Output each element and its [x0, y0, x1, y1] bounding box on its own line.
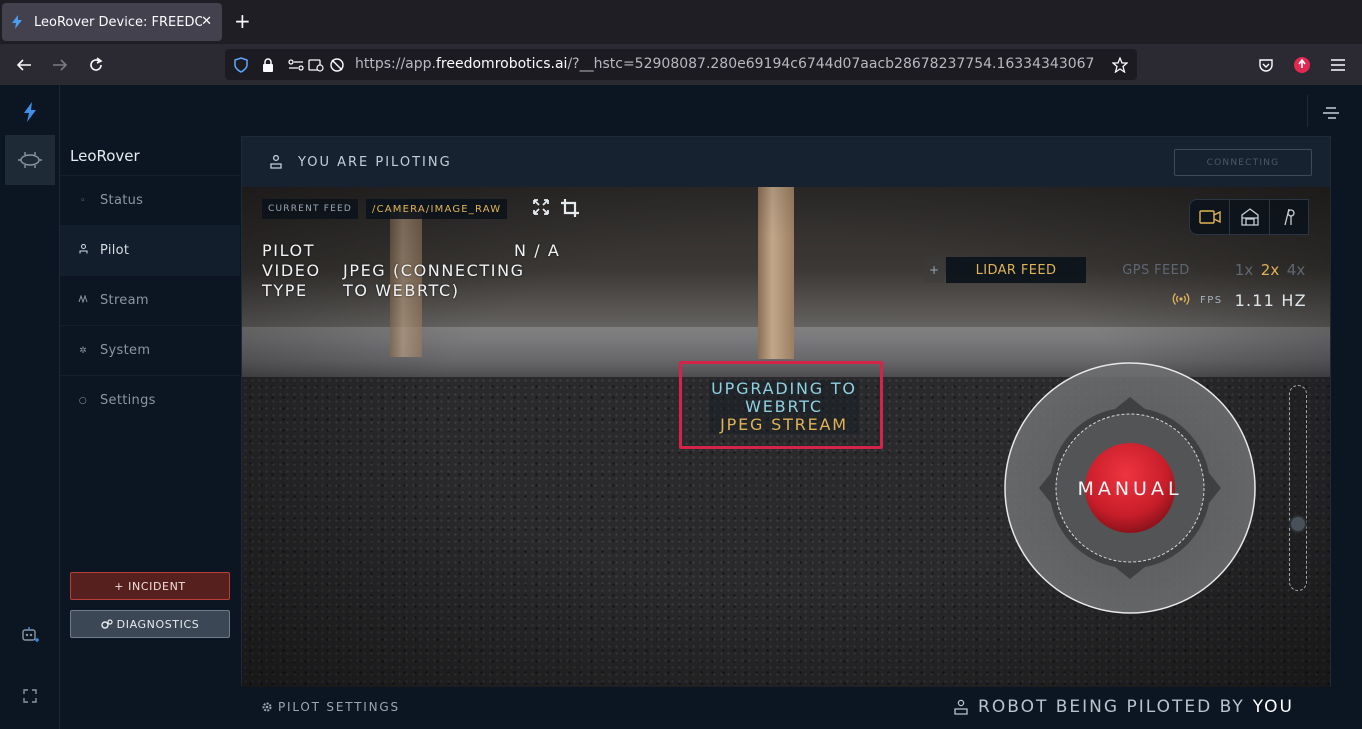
piloted-by-label: ROBOT BEING PILOTED BY — [978, 697, 1245, 717]
crop-icon[interactable] — [560, 198, 580, 222]
view-toggle — [1189, 199, 1309, 235]
settings-icon: ○ — [78, 395, 88, 406]
upgrade-status: UPGRADING TO WEBRTC JPEG STREAM — [709, 380, 859, 434]
sidebar-item-system[interactable]: ✲ System — [60, 325, 240, 375]
robot-sidebar: LeoRover ◦ Status Pilot Stream ✲ System — [60, 135, 240, 729]
sidebar-item-label: Pilot — [100, 243, 130, 258]
fps-label: FPS — [1200, 294, 1223, 306]
sidebar-item-label: Settings — [100, 393, 156, 408]
incident-button[interactable]: + INCIDENT — [70, 572, 230, 600]
hamburger-menu-icon[interactable] — [1326, 53, 1350, 77]
sidebar-item-pilot[interactable]: Pilot — [60, 225, 240, 275]
sidebar-item-label: Stream — [100, 293, 149, 308]
gears-icon — [100, 619, 113, 629]
pilot-person-icon — [270, 154, 282, 173]
back-arrow-icon[interactable] — [12, 53, 36, 77]
upgrade-line-1: UPGRADING TO — [711, 379, 857, 398]
building-map-icon[interactable] — [1230, 200, 1270, 234]
freedom-logo-icon[interactable] — [5, 87, 55, 137]
url-text: https://app.freedomrobotics.ai/?__hstc=5… — [355, 56, 1095, 72]
fullscreen-icon[interactable] — [532, 198, 550, 220]
upgrade-line-3: JPEG STREAM — [720, 415, 848, 434]
sidebar-item-stream[interactable]: Stream — [60, 275, 240, 325]
circle-icon: ◦ — [80, 195, 86, 206]
joystick-mode-label: MANUAL — [1077, 478, 1183, 500]
add-robot-icon[interactable] — [5, 610, 55, 660]
autoplay-blocked-icon[interactable] — [307, 56, 325, 74]
add-feed-button[interactable]: + — [924, 257, 944, 283]
shield-icon[interactable] — [232, 56, 250, 74]
zoom-1x-button[interactable]: 1x — [1232, 257, 1256, 283]
current-feed-select[interactable]: /CAMERA/IMAGE_RAW — [366, 199, 508, 219]
video-camera-icon[interactable] — [1190, 200, 1230, 234]
browser-navbar: https://app.freedomrobotics.ai/?__hstc=5… — [0, 44, 1362, 85]
lock-icon[interactable] — [259, 56, 277, 74]
url-bar[interactable]: https://app.freedomrobotics.ai/?__hstc=5… — [225, 49, 1137, 80]
robot-name: LeoRover — [70, 147, 140, 165]
pocket-icon[interactable] — [1254, 53, 1278, 77]
piloting-title: YOU ARE PILOTING — [298, 155, 452, 170]
close-tab-icon[interactable]: ✕ — [201, 14, 212, 29]
forward-arrow-icon[interactable] — [48, 53, 72, 77]
person-icon — [954, 699, 968, 715]
sidebar-item-label: Status — [100, 193, 144, 208]
align-menu-icon[interactable] — [1322, 105, 1340, 121]
upgrade-line-2: WEBRTC — [745, 397, 823, 416]
type-key: TYPE — [262, 281, 308, 300]
video-type-value-cont: TO WEBRTC) — [343, 281, 460, 300]
piloted-by-user: YOU — [1252, 697, 1294, 717]
pilot-panel: YOU ARE PILOTING CONNECTING CURRENT FEED… — [241, 136, 1331, 687]
freedom-favicon-icon — [10, 15, 24, 29]
tab-title: LeoRover Device: FREEDOM — [34, 14, 202, 30]
gps-feed-button[interactable]: GPS FEED — [1096, 257, 1216, 283]
gear-icon: ✲ — [79, 345, 87, 356]
camera-feed[interactable]: CURRENT FEED /CAMERA/IMAGE_RAW PILOT N /… — [242, 187, 1330, 687]
new-tab-button[interactable]: + — [234, 10, 251, 32]
current-feed-label: CURRENT FEED — [262, 199, 359, 219]
diagnostics-label: DIAGNOSTICS — [116, 617, 200, 631]
sidebar-item-settings[interactable]: ○ Settings — [60, 375, 240, 425]
diagnostics-button[interactable]: DIAGNOSTICS — [70, 610, 230, 638]
upgrade-highlight: UPGRADING TO WEBRTC JPEG STREAM — [679, 361, 883, 449]
topbar-divider — [1307, 95, 1308, 127]
lidar-feed-button[interactable]: LIDAR FEED — [946, 257, 1086, 283]
speed-slider[interactable] — [1289, 385, 1307, 591]
app-root: LeoRover ◦ Status Pilot Stream ✲ System — [0, 85, 1362, 729]
stream-icon — [76, 294, 90, 306]
video-type-value: JPEG (CONNECTING — [343, 261, 525, 280]
pilot-value: N / A — [514, 241, 561, 260]
robot-fleet-icon[interactable] — [5, 135, 55, 185]
fps-readout: FPS 1.11 HZ — [1172, 289, 1307, 311]
bookmark-star-icon[interactable] — [1111, 56, 1129, 74]
pilot-header: YOU ARE PILOTING CONNECTING — [242, 137, 1330, 187]
gear-icon — [262, 702, 272, 712]
expand-icon[interactable] — [5, 671, 55, 721]
pilot-settings-label: PILOT SETTINGS — [278, 700, 400, 714]
permissions-icon[interactable] — [287, 56, 305, 74]
pilot-settings-button[interactable]: PILOT SETTINGS — [261, 700, 400, 714]
browser-tab[interactable]: LeoRover Device: FREEDOM ✕ — [2, 3, 222, 41]
connecting-button[interactable]: CONNECTING — [1174, 149, 1312, 176]
tracking-blocked-icon[interactable] — [328, 56, 346, 74]
pilot-key: PILOT — [262, 241, 316, 260]
zoom-2x-button[interactable]: 2x — [1258, 257, 1282, 283]
signal-icon — [1172, 291, 1190, 310]
sidebar-menu: ◦ Status Pilot Stream ✲ System ○ Setting… — [60, 175, 240, 425]
speed-slider-handle[interactable] — [1289, 515, 1307, 533]
fps-value: 1.11 HZ — [1234, 290, 1307, 310]
icon-rail — [0, 85, 60, 729]
video-key: VIDEO — [262, 261, 321, 280]
extension-icon[interactable] — [1290, 53, 1314, 77]
sidebar-item-status[interactable]: ◦ Status — [60, 175, 240, 225]
reload-icon[interactable] — [84, 53, 108, 77]
location-pin-icon[interactable] — [1270, 200, 1310, 234]
person-icon — [76, 244, 90, 257]
sidebar-item-label: System — [100, 343, 151, 358]
piloted-by-status: ROBOT BEING PILOTED BY YOU — [954, 697, 1294, 717]
zoom-4x-button[interactable]: 4x — [1284, 257, 1308, 283]
browser-tabbar: LeoRover Device: FREEDOM ✕ + — [0, 0, 1362, 44]
